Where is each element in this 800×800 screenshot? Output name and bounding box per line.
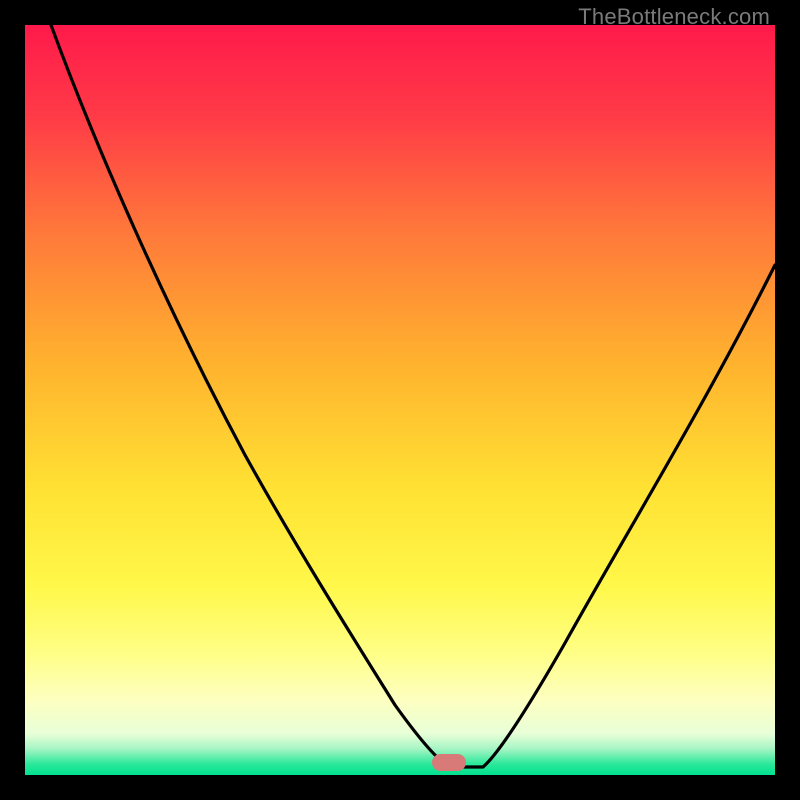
chart-frame: TheBottleneck.com xyxy=(0,0,800,800)
watermark-text: TheBottleneck.com xyxy=(578,4,770,30)
plot-area xyxy=(25,25,775,775)
bottleneck-curve xyxy=(25,25,775,775)
optimum-marker xyxy=(432,754,466,771)
